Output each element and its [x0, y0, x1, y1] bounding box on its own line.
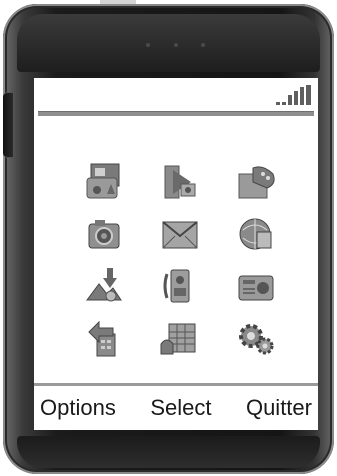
contacts-icon[interactable]: [142, 260, 218, 312]
side-volume-button[interactable]: [3, 92, 14, 158]
main-menu-grid: [66, 156, 290, 364]
signal-strength-icon: [276, 85, 311, 105]
status-bar: [34, 78, 318, 108]
header-divider: [38, 111, 314, 116]
earpiece-dot: [201, 43, 205, 47]
earpiece-dot: [146, 43, 150, 47]
settings-icon[interactable]: [218, 312, 294, 364]
messages-icon[interactable]: [142, 208, 218, 260]
organizer-icon[interactable]: [142, 312, 218, 364]
video-player-icon[interactable]: [142, 156, 218, 208]
options-softkey[interactable]: Options: [40, 395, 116, 421]
media-gallery-icon[interactable]: [66, 156, 142, 208]
softkey-bar: Options Select Quitter: [34, 388, 318, 428]
radio-icon[interactable]: [218, 260, 294, 312]
phone-screen: Options Select Quitter: [34, 78, 318, 430]
quit-softkey[interactable]: Quitter: [246, 395, 312, 421]
select-softkey[interactable]: Select: [150, 395, 211, 421]
web-browser-icon[interactable]: [218, 208, 294, 260]
softkey-divider: [34, 383, 318, 386]
downloads-icon[interactable]: [66, 260, 142, 312]
top-bezel: [17, 14, 320, 72]
bottom-bezel: [17, 436, 320, 468]
phone-device: Options Select Quitter: [3, 4, 334, 474]
sync-icon[interactable]: [66, 312, 142, 364]
earpiece-dot: [174, 43, 178, 47]
games-icon[interactable]: [218, 156, 294, 208]
camera-icon[interactable]: [66, 208, 142, 260]
